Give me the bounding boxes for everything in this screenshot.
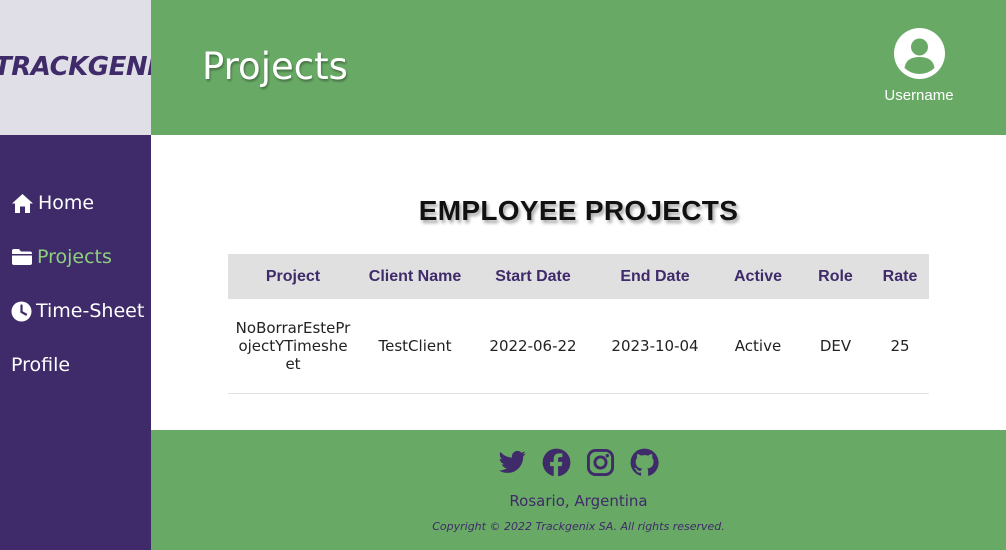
main-content: EMPLOYEE PROJECTS Project Client Name St…: [151, 135, 1006, 430]
github-icon[interactable]: [630, 448, 659, 477]
facebook-icon[interactable]: [542, 448, 571, 477]
table-header-row: Project Client Name Start Date End Date …: [228, 254, 929, 299]
cell-start-date: 2022-06-22: [472, 299, 594, 394]
username-label: Username: [884, 87, 954, 104]
sidebar-item-projects[interactable]: Projects: [11, 242, 112, 272]
sidebar-item-label: Home: [38, 192, 95, 214]
sidebar: Home Projects Time-Sheet Profile: [0, 135, 151, 550]
sidebar-item-home[interactable]: Home: [11, 188, 94, 218]
footer-copyright: Copyright © 2022 Trackgenix SA. All righ…: [432, 520, 725, 533]
top-header: Projects Username: [151, 0, 1006, 135]
column-header-client-name[interactable]: Client Name: [358, 254, 472, 299]
folder-icon: [11, 248, 33, 266]
sidebar-item-label: Projects: [37, 246, 112, 268]
logo: TRACKGENIX: [0, 52, 151, 82]
cell-project: NoBorrarEsteProjectYTimesheet: [228, 299, 358, 394]
clock-icon: [11, 301, 32, 322]
column-header-role[interactable]: Role: [800, 254, 871, 299]
column-header-end-date[interactable]: End Date: [594, 254, 716, 299]
cell-active: Active: [716, 299, 800, 394]
home-icon: [11, 193, 34, 214]
sidebar-item-time-sheet[interactable]: Time-Sheet: [11, 296, 144, 326]
column-header-start-date[interactable]: Start Date: [472, 254, 594, 299]
cell-client-name: TestClient: [358, 299, 472, 394]
cell-role: DEV: [800, 299, 871, 394]
page-title: Projects: [202, 45, 348, 88]
user-menu[interactable]: Username: [874, 28, 964, 104]
social-links: [151, 448, 1006, 477]
sidebar-item-label: Profile: [11, 354, 71, 376]
cell-end-date: 2023-10-04: [594, 299, 716, 394]
column-header-project[interactable]: Project: [228, 254, 358, 299]
footer: Rosario, Argentina Copyright © 2022 Trac…: [151, 430, 1006, 550]
cell-rate: 25: [871, 299, 929, 394]
sidebar-item-profile[interactable]: Profile: [11, 350, 70, 380]
twitter-icon[interactable]: [498, 448, 527, 477]
projects-table: Project Client Name Start Date End Date …: [228, 254, 929, 394]
instagram-icon[interactable]: [586, 448, 615, 477]
user-avatar-icon[interactable]: [874, 28, 964, 79]
footer-location: Rosario, Argentina: [509, 492, 648, 510]
column-header-active[interactable]: Active: [716, 254, 800, 299]
logo-area: TRACKGENIX: [0, 0, 151, 135]
sidebar-item-label: Time-Sheet: [36, 300, 145, 322]
section-title: EMPLOYEE PROJECTS: [418, 195, 739, 226]
table-row[interactable]: NoBorrarEsteProjectYTimesheet TestClient…: [228, 299, 929, 394]
column-header-rate[interactable]: Rate: [871, 254, 929, 299]
